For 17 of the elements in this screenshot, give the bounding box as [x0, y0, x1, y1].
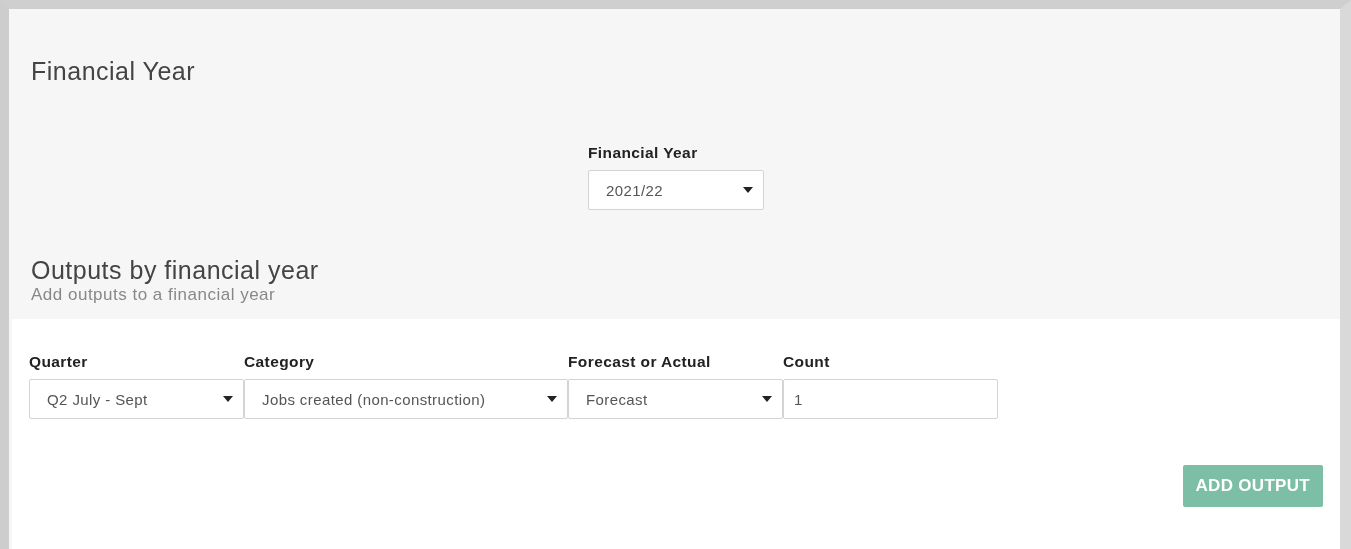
dropdown-field[interactable]: Forecast: [568, 379, 783, 419]
caret-icon: [762, 396, 772, 402]
dropdown-field[interactable]: Q2 July - Sept: [29, 379, 244, 419]
caret-icon: [547, 396, 557, 402]
section-title: Financial Year: [31, 57, 197, 86]
field-label: Financial Year: [588, 144, 698, 162]
caret-icon: [223, 396, 233, 402]
field-label: Category: [244, 353, 316, 371]
field-label: Count: [783, 353, 831, 371]
dropdown-field[interactable]: Jobs created (non-construction): [244, 379, 568, 419]
caret-icon: [743, 187, 753, 193]
field-label: Forecast or Actual: [568, 353, 712, 371]
section-title: Outputs by financial year: [31, 256, 320, 285]
section-subtitle: Add outputs to a financial year: [31, 285, 277, 305]
field-label: Quarter: [29, 353, 89, 371]
input-field[interactable]: 1: [783, 379, 998, 419]
year-select[interactable]: 2021/22: [588, 170, 764, 210]
